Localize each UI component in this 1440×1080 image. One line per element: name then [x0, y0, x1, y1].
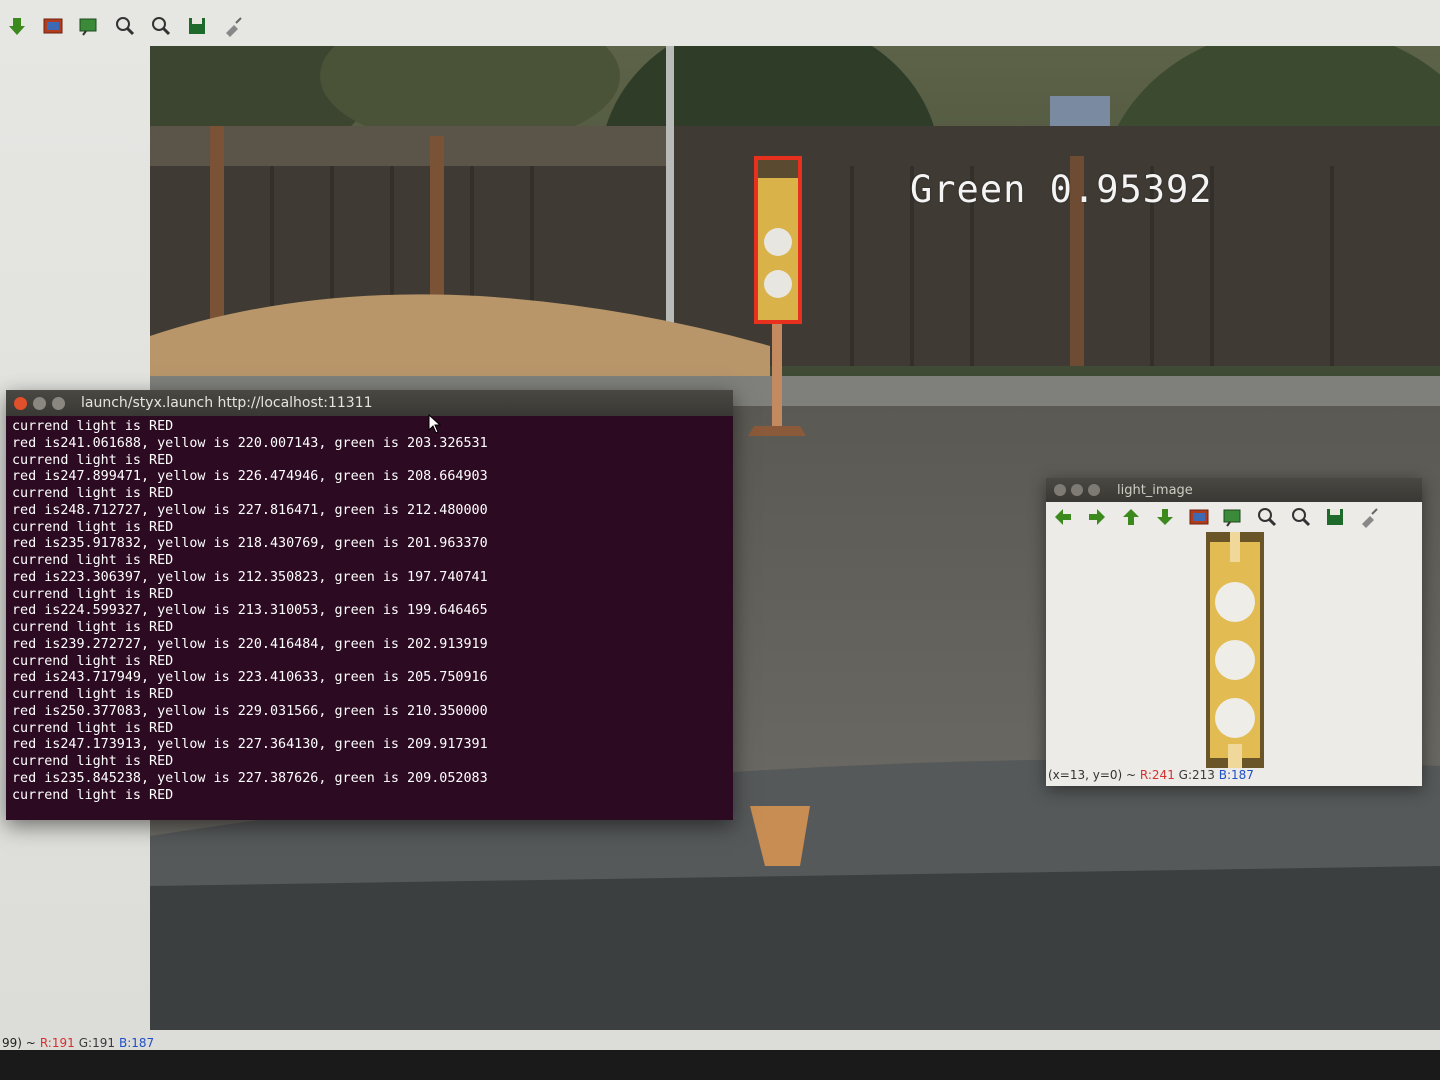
image-icon[interactable] [1188, 506, 1210, 528]
status-coords: 99) ~ [2, 1036, 36, 1050]
viewer-statusbar: 99) ~ R:191 G:191 B:187 [0, 1033, 1440, 1053]
terminal-line: currend light is RED [12, 653, 174, 669]
image-icon[interactable] [42, 15, 64, 37]
light-image-statusbar: (x=13, y=0) ~ R:241 G:213 B:187 [1048, 768, 1254, 782]
right-arrow-icon[interactable] [1086, 506, 1108, 528]
terminal-line: red is235.917832, yellow is 218.430769, … [12, 536, 488, 552]
clear-icon[interactable] [222, 15, 244, 37]
terminal-line: currend light is RED [12, 754, 174, 769]
terminal-line: currend light is RED [12, 419, 174, 434]
light-image-toolbar [1046, 502, 1422, 532]
terminal-line: currend light is RED [12, 586, 174, 602]
terminal-line: currend light is RED [12, 687, 174, 702]
left-arrow-icon[interactable] [1052, 506, 1074, 528]
terminal-line: red is235.845238, yellow is 227.387626, … [12, 770, 488, 786]
terminal-line: currend light is RED [12, 519, 174, 535]
traffic-light-crop [1206, 532, 1264, 768]
status-coords: (x=13, y=0) ~ [1048, 768, 1140, 782]
zoom-in-icon[interactable] [114, 15, 136, 37]
save-icon[interactable] [1324, 506, 1346, 528]
zoom-in-icon[interactable] [1256, 506, 1278, 528]
terminal-window[interactable]: launch/styx.launch http://localhost:1131… [6, 390, 733, 820]
light-image-window[interactable]: light_image (x=13, y=0) ~ R:241 G:213 B:… [1046, 478, 1422, 786]
zoom-fit-icon[interactable] [1222, 506, 1244, 528]
mouse-pointer-icon [428, 414, 442, 434]
maximize-button[interactable] [1088, 484, 1100, 496]
terminal-line: red is223.306397, yellow is 212.350823, … [12, 569, 488, 585]
zoom-out-icon[interactable] [1290, 506, 1312, 528]
status-blue: B:187 [1218, 768, 1254, 782]
terminal-line: red is247.899471, yellow is 226.474946, … [12, 469, 488, 485]
terminal-line: currend light is RED [12, 452, 174, 468]
close-button[interactable] [1054, 484, 1066, 496]
status-green: G:213 [1178, 768, 1215, 782]
terminal-line: currend light is RED [12, 787, 174, 803]
zoom-out-icon[interactable] [150, 15, 172, 37]
terminal-line: currend light is RED [12, 620, 174, 635]
clear-icon[interactable] [1358, 506, 1380, 528]
terminal-titlebar[interactable]: launch/styx.launch http://localhost:1131… [6, 390, 733, 416]
viewer-toolbar [6, 10, 244, 42]
minimize-button[interactable] [33, 396, 46, 410]
terminal-line: currend light is RED [12, 720, 174, 736]
terminal-line: red is241.061688, yellow is 220.007143, … [12, 435, 488, 451]
terminal-line: currend light is RED [12, 553, 174, 568]
maximize-button[interactable] [52, 396, 65, 410]
status-red: R:191 [39, 1036, 75, 1050]
save-icon[interactable] [186, 15, 208, 37]
minimize-button[interactable] [1071, 484, 1083, 496]
terminal-line: red is243.717949, yellow is 223.410633, … [12, 670, 488, 686]
terminal-output[interactable]: currend light is RED red is241.061688, ye… [6, 416, 733, 807]
terminal-line: currend light is RED [12, 486, 174, 501]
terminal-line: red is247.173913, yellow is 227.364130, … [12, 737, 488, 753]
status-red: R:241 [1139, 768, 1175, 782]
status-blue: B:187 [119, 1036, 155, 1050]
down-arrow-icon[interactable] [6, 15, 28, 37]
up-arrow-icon[interactable] [1120, 506, 1142, 528]
terminal-title: launch/styx.launch http://localhost:1131… [81, 395, 373, 411]
light-image-canvas[interactable] [1046, 532, 1422, 768]
light-image-title: light_image [1117, 482, 1193, 498]
terminal-line: red is250.377083, yellow is 229.031566, … [12, 703, 488, 719]
terminal-line: red is248.712727, yellow is 227.816471, … [12, 502, 488, 518]
down-arrow-icon[interactable] [1154, 506, 1176, 528]
detection-label: Green 0.95392 [910, 168, 1213, 211]
light-image-titlebar[interactable]: light_image [1046, 478, 1422, 502]
zoom-fit-icon[interactable] [78, 15, 100, 37]
terminal-line: red is239.272727, yellow is 220.416484, … [12, 636, 488, 652]
status-green: G:191 [78, 1036, 115, 1050]
terminal-line: red is224.599327, yellow is 213.310053, … [12, 603, 488, 619]
close-button[interactable] [14, 396, 27, 410]
